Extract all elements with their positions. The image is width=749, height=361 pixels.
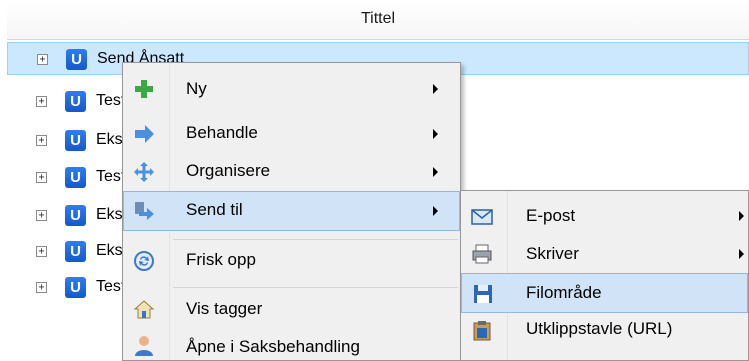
clipboard-icon [473,321,491,341]
submenu-item-epost[interactable]: E-post [461,196,748,236]
menu-item-label: Organisere [186,161,271,180]
submenu-item-utklippstavle[interactable]: Utklippstavle (URL) [461,310,748,350]
expand-icon[interactable]: + [36,96,47,107]
submenu-item-skriver[interactable]: Skriver [461,234,748,274]
menu-item-label: Vis tagger [186,299,263,318]
submenu-item-label: Filområde [526,283,602,302]
context-menu: Ny Behandle Organisere Send til Frisk op… [122,62,461,361]
menu-item-apne-saksbehandling[interactable]: Åpne i Saksbehandling [123,325,460,360]
expand-icon[interactable]: + [36,282,47,293]
submenu-item-label: Skriver [526,244,579,263]
move-icon [134,162,154,182]
person-icon [135,336,153,356]
arrow-right-icon [135,125,154,143]
menu-separator [173,239,458,240]
submenu-item-filomrade[interactable]: Filområde [461,273,748,313]
submenu-item-label: Utklippstavle (URL) [526,319,673,338]
u-document-icon: U [65,241,86,262]
expand-icon[interactable]: + [36,246,47,257]
u-document-icon: U [66,49,87,70]
submenu-arrow-icon [433,206,438,216]
printer-icon [472,244,492,264]
refresh-icon [134,251,154,271]
u-document-icon: U [65,91,86,112]
expand-icon[interactable]: + [37,54,48,65]
menu-item-label: Send til [186,200,243,219]
submenu-arrow-icon [433,167,438,177]
expand-icon[interactable]: + [36,135,47,146]
menu-item-vis-tagger[interactable]: Vis tagger [123,289,460,329]
send-to-submenu: E-post Skriver Filområde Utklippstavle (… [460,190,749,361]
menu-item-frisk-opp[interactable]: Frisk opp [123,241,460,281]
u-document-icon: U [65,130,86,151]
floppy-icon [474,285,492,303]
tree-row-label: Test [96,278,126,295]
column-header-label: Tittel [360,10,396,27]
expand-icon[interactable]: + [36,172,47,183]
submenu-arrow-icon [739,211,744,221]
u-document-icon: U [65,205,86,226]
submenu-item-label: E-post [526,206,576,225]
submenu-arrow-icon [433,84,438,94]
submenu-arrow-icon [433,129,438,139]
menu-item-behandle[interactable]: Behandle [123,114,460,154]
menu-item-send-til[interactable]: Send til [123,191,460,231]
u-document-icon: U [65,277,86,298]
expand-icon[interactable]: + [36,210,47,221]
menu-item-label: Behandle [186,123,258,142]
menu-separator [173,287,458,288]
plus-icon [135,80,153,98]
menu-item-ny[interactable]: Ny [123,69,460,109]
submenu-arrow-icon [739,249,744,259]
menu-item-label: Ny [186,79,207,98]
menu-item-label: Frisk opp [186,250,256,269]
column-header-title[interactable]: Tittel [7,0,749,40]
menu-item-organisere[interactable]: Organisere [123,153,460,193]
tree-row-label: Test [96,92,126,109]
send-icon [135,202,154,220]
tag-house-icon [133,300,155,319]
tree-row-label: Test [96,168,126,185]
envelope-icon [471,209,493,225]
u-document-icon: U [65,167,86,188]
menu-item-label: Åpne i Saksbehandling [186,337,360,356]
